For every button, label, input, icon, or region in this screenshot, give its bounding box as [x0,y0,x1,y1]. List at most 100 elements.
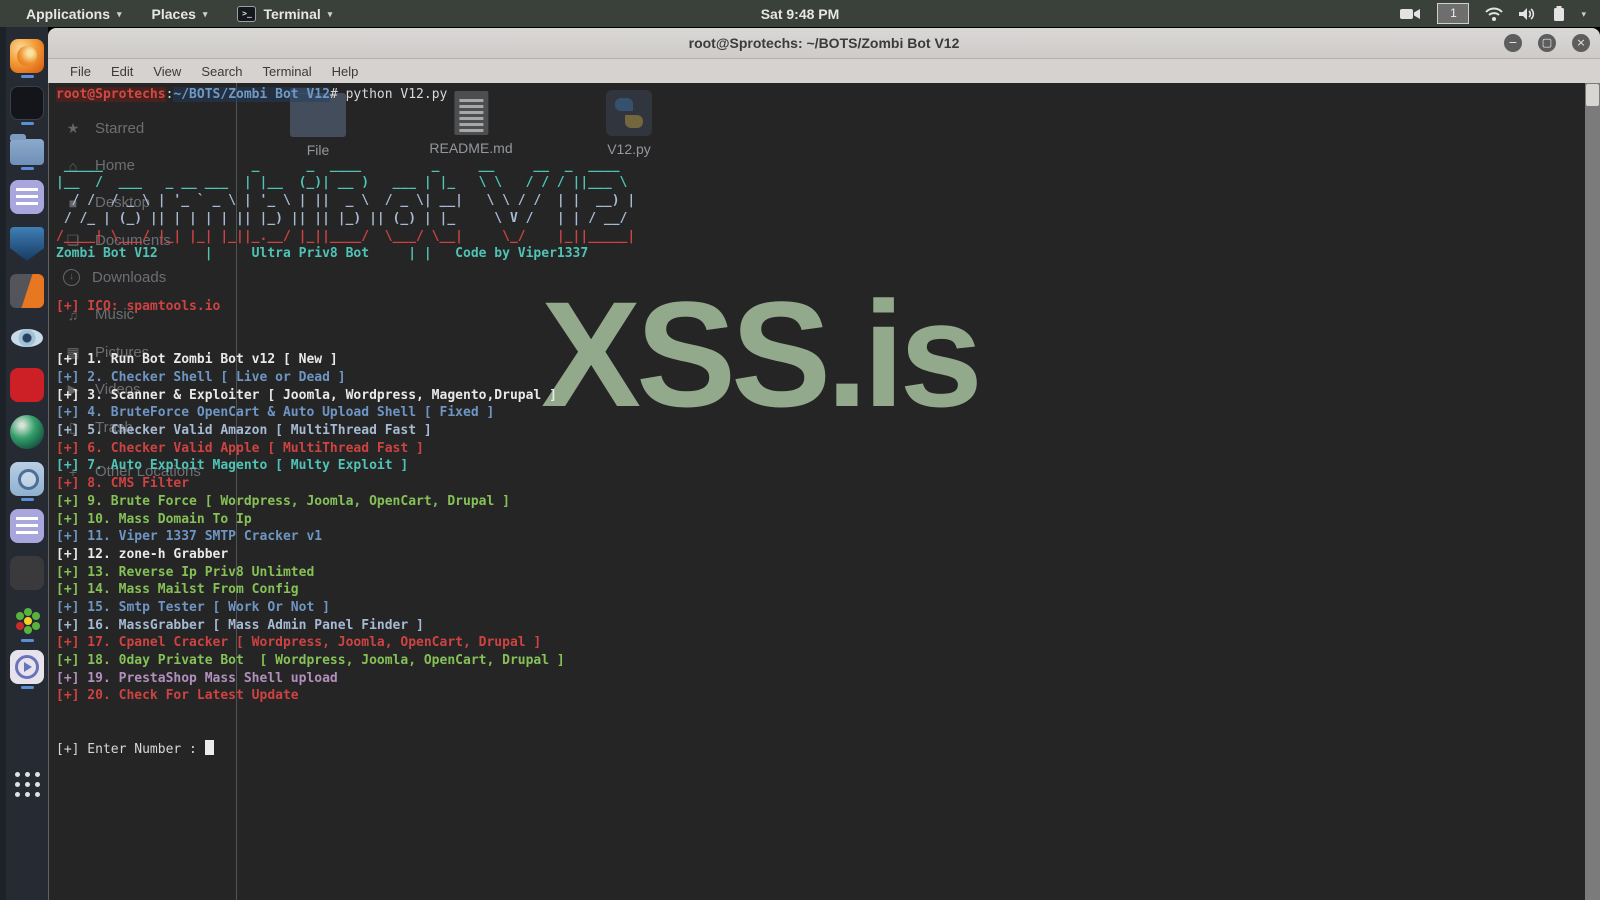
top-bar: Applications ▾ Places ▾ >_ Terminal ▾ Sa… [0,0,1600,27]
prompt-user: root@Sprotechs [56,87,166,102]
banner-tagline: Zombi Bot V12 | Ultra Priv8 Bot | | Code… [56,246,589,262]
applications-menu[interactable]: Applications ▾ [14,0,134,27]
terminal-menu[interactable]: >_ Terminal ▾ [225,0,344,27]
wifi-icon[interactable] [1485,7,1504,21]
menubar-item-file[interactable]: File [60,64,101,79]
battery-icon[interactable] [1553,5,1565,22]
menu-option-10: [+] 10. Mass Domain To Ip [56,511,252,527]
scrollbar-thumb[interactable] [1586,84,1599,106]
terminal-window: root@Sprotechs: ~/BOTS/Zombi Bot V12 − ▢… [48,28,1600,900]
camera-icon[interactable] [1400,7,1421,21]
firefox-icon[interactable] [10,39,44,73]
terminal-input-line: [+] Enter Number : [56,740,1585,758]
window-title: root@Sprotechs: ~/BOTS/Zombi Bot V12 [688,35,960,51]
menu-option-20: [+] 20. Check For Latest Update [56,688,299,704]
menubar-item-search[interactable]: Search [191,64,252,79]
menu-option-2: [+] 2. Checker Shell [ Live or Dead ] [56,370,346,385]
menu-option-5: [+] 5. Checker Valid Amazon [ MultiThrea… [56,423,432,439]
dock-item-sublime-text[interactable] [6,556,48,603]
top-bar-menus: Applications ▾ Places ▾ >_ Terminal ▾ [0,0,344,27]
menubar-item-view[interactable]: View [143,64,191,79]
dock-item-show-applications[interactable] [6,697,48,777]
dock-item-globe-browser[interactable] [6,415,48,462]
ettercap-icon[interactable] [10,321,44,355]
terminal-label: Terminal [263,5,321,22]
metasploit-icon[interactable] [10,227,44,261]
ascii-art-row: / /_ | (_) || | | | | || |_) || || |_) |… [56,210,636,226]
dock-item-metasploit[interactable] [6,227,48,274]
dock-item-terminal[interactable] [6,86,48,133]
menu-option-4: [+] 4. BruteForce OpenCart & Auto Upload… [56,405,495,421]
terminal-content[interactable]: ★ Starred ⌂ Home ■ Desktop ❏ Documents ↓ Download… [48,83,1600,900]
prompt-hash: # [329,87,346,102]
files-icon[interactable] [10,134,44,165]
dock [0,27,48,900]
menu-option-3: [+] 3. Scanner & Exploiter [ Joomla, Wor… [56,387,557,403]
dock-item-opera[interactable] [6,368,48,415]
maximize-button[interactable]: ▢ [1538,34,1556,52]
menu-option-15: [+] 15. Smtp Tester [ Work Or Not ] [56,599,330,615]
dock-item-files[interactable] [6,133,48,180]
dock-item-web-browser[interactable] [6,462,48,509]
terminal-icon[interactable] [10,86,44,120]
scrollbar[interactable] [1585,83,1600,900]
prompt-path: ~/BOTS/Zombi Bot V12 [173,87,330,102]
input-prompt-text: [+] Enter Number : [56,742,205,758]
icq-icon[interactable] [10,603,44,637]
terminal-prompt-line: root@Sprotechs:~/BOTS/Zombi Bot V12# pyt… [56,86,1585,104]
close-button[interactable]: × [1572,34,1590,52]
dock-item-ettercap[interactable] [6,321,48,368]
running-indicator [20,75,34,78]
chevron-down-icon: ▾ [202,9,208,19]
dock-item-media-player[interactable] [6,650,48,697]
title-bar[interactable]: root@Sprotechs: ~/BOTS/Zombi Bot V12 − ▢… [48,28,1600,59]
dock-item-firefox[interactable] [6,39,48,86]
minimize-button[interactable]: − [1504,34,1522,52]
places-menu[interactable]: Places ▾ [140,0,220,27]
dock-item-icq[interactable] [6,603,48,650]
media-player-icon[interactable] [10,650,44,684]
menubar-item-terminal[interactable]: Terminal [253,64,322,79]
window-buttons: − ▢ × [1504,34,1600,52]
chevron-down-icon: ▾ [117,9,122,19]
show-applications-icon[interactable] [10,767,44,801]
places-label: Places [151,5,196,22]
workspace-indicator[interactable]: 1 [1437,3,1470,24]
volume-icon[interactable] [1519,7,1537,21]
menu-option-18: [+] 18. 0day Private Bot [ Wordpress, Jo… [56,653,565,668]
text-editor-icon[interactable] [10,180,44,214]
sublime-text-icon[interactable] [10,556,44,590]
globe-browser-icon[interactable] [10,415,44,449]
menu-option-1: [+] 1. Run Bot Zombi Bot v12 [ New ] [56,352,338,368]
menubar-item-edit[interactable]: Edit [101,64,143,79]
prompt-command: python V12.py [345,87,448,102]
menu-bar: File Edit View Search Terminal Help [48,59,1600,84]
opera-icon[interactable] [10,368,44,402]
dock-item-text-editor[interactable] [6,180,48,227]
menu-option-6: [+] 6. Checker Valid Apple [ MultiThread… [56,440,424,456]
ascii-art-row: / / / _ \ | '_ ` _ \ | '_ \ | || _ \ / _… [56,193,636,209]
dock-item-text-editor-2[interactable] [6,509,48,556]
ascii-art-row: _____ _ _ ____ _ __ __ _ ____ [56,157,636,173]
running-indicator [20,498,34,501]
text-editor-2-icon[interactable] [10,509,44,543]
burpsuite-icon[interactable] [10,274,44,308]
menu-option-9: [+] 9. Brute Force [ Wordpress, Joomla, … [56,493,510,509]
chevron-down-icon: ▾ [327,9,333,19]
chevron-down-icon[interactable]: ▾ [1581,9,1586,20]
terminal-icon: >_ [237,5,257,22]
menubar-item-help[interactable]: Help [322,64,369,79]
dock-item-burpsuite[interactable] [6,274,48,321]
text-cursor[interactable] [204,740,214,756]
web-browser-icon[interactable] [10,462,44,496]
menu-option-14: [+] 14. Mass Mailst From Config [56,582,299,598]
menu-option-11: [+] 11. Viper 1337 SMTP Cracker v1 [56,529,323,545]
